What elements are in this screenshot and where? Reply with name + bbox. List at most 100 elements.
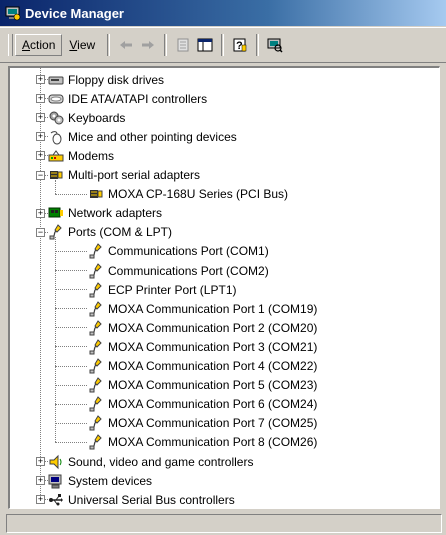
tree-category-9[interactable]: System devices [48, 471, 152, 490]
tree-category-8[interactable]: Sound, video and game controllers [48, 452, 253, 471]
tree-category-label: Universal Serial Bus controllers [68, 492, 235, 507]
tree-category-7[interactable]: Ports (COM & LPT) [48, 223, 172, 242]
view-menu-accel: V [69, 38, 78, 52]
tree-device-label: MOXA Communication Port 2 (COM20) [108, 320, 318, 335]
tree-connector [55, 422, 87, 424]
view-menu[interactable]: View [62, 34, 102, 56]
tree-category-4[interactable]: Modems [48, 146, 114, 165]
tree-connector [55, 289, 87, 291]
tree-category-6[interactable]: Network adapters [48, 204, 162, 223]
tree-category-label: Modems [68, 148, 115, 163]
usb-icon [49, 493, 63, 506]
toolbar-separator [256, 34, 260, 56]
tree-category-2[interactable]: Keyboards [48, 108, 125, 127]
help-button[interactable]: ? [229, 34, 251, 56]
toolbar-separator [221, 34, 225, 56]
device-tree[interactable]: Floppy disk drives + IDE ATA/ATAPI control… [10, 68, 439, 508]
tree-connector [45, 231, 48, 233]
device-manager-app-icon [5, 6, 21, 21]
expand-toggle[interactable]: + [36, 151, 45, 161]
device-tree-pane[interactable]: Floppy disk drives + IDE ATA/ATAPI control… [8, 66, 440, 509]
tree-connector [55, 193, 87, 195]
tree-device-label: MOXA Communication Port 3 (COM21) [108, 339, 318, 354]
port-icon [89, 358, 102, 374]
expand-toggle[interactable]: + [36, 208, 45, 218]
tree-device-item[interactable]: MOXA CP-168U Series (PCI Bus) [88, 185, 288, 204]
action-menu-label: ction [30, 38, 56, 52]
tree-device-item[interactable]: MOXA Communication Port 6 (COM24) [88, 395, 317, 414]
expand-toggle[interactable]: + [36, 132, 45, 142]
tree-connector [55, 327, 87, 329]
expand-toggle[interactable]: + [36, 476, 45, 486]
port-icon [49, 224, 62, 240]
tree-connector [55, 236, 56, 442]
serial-adapter-icon [50, 171, 63, 179]
port-icon [89, 300, 102, 317]
tree-device-item[interactable]: MOXA Communication Port 8 (COM26) [88, 433, 317, 452]
tree-device-item[interactable]: MOXA Communication Port 2 (COM20) [88, 318, 317, 337]
back-button[interactable] [115, 34, 137, 56]
port-icon [89, 262, 102, 278]
tree-device-item[interactable]: ECP Printer Port (LPT1) [88, 280, 236, 299]
tree-category-label: Ports (COM & LPT) [68, 225, 173, 240]
scan-hardware-button[interactable] [264, 34, 286, 56]
port-icon [89, 396, 102, 412]
port-icon [89, 415, 102, 431]
title-bar[interactable]: Device Manager [0, 0, 446, 26]
toolbar-separator [107, 34, 111, 56]
port-icon [89, 339, 102, 355]
serial-adapter-icon [90, 190, 103, 199]
tree-category-0[interactable]: Floppy disk drives [48, 70, 164, 89]
expand-toggle[interactable]: + [36, 495, 45, 505]
tree-category-10[interactable]: Universal Serial Bus controllers [48, 490, 235, 508]
tree-device-label: MOXA Communication Port 4 (COM22) [108, 359, 318, 373]
tree-category-label: Floppy disk drives [68, 72, 165, 87]
tree-device-item[interactable]: MOXA Communication Port 1 (COM19) [88, 299, 317, 318]
tree-device-item[interactable]: MOXA Communication Port 3 (COM21) [88, 337, 317, 356]
tree-connector [55, 365, 87, 367]
properties-button[interactable] [172, 34, 194, 56]
tree-connector [45, 98, 48, 100]
tree-device-item[interactable]: MOXA Communication Port 5 (COM23) [88, 376, 317, 395]
tree-device-label: MOXA Communication Port 1 (COM19) [108, 301, 318, 316]
toolbar-grip[interactable] [8, 34, 13, 56]
help-icon: ? [233, 38, 247, 52]
tree-device-label: MOXA Communication Port 6 (COM24) [108, 397, 318, 412]
tree-connector [55, 441, 87, 443]
port-icon [89, 377, 102, 393]
expand-toggle[interactable]: + [36, 457, 45, 466]
expand-toggle[interactable]: + [36, 113, 45, 123]
port-icon [89, 243, 102, 259]
expand-toggle[interactable]: + [36, 94, 45, 104]
tree-device-label: Communications Port (COM1) [108, 244, 269, 259]
tree-connector [55, 179, 56, 194]
tree-category-5[interactable]: Multi-port serial adapters [48, 166, 200, 185]
show-hide-tree-button[interactable] [194, 34, 216, 56]
mouse-icon [50, 130, 62, 145]
collapse-toggle[interactable]: − [36, 170, 45, 180]
collapse-toggle[interactable]: − [36, 227, 45, 237]
tree-device-item[interactable]: Communications Port (COM1) [88, 242, 269, 261]
view-menu-label: iew [77, 38, 96, 52]
modem-icon [48, 150, 64, 162]
tree-connector [45, 136, 48, 138]
tree-category-3[interactable]: Mice and other pointing devices [48, 127, 237, 146]
forward-button[interactable] [137, 34, 159, 56]
tree-device-item[interactable]: MOXA Communication Port 4 (COM22) [88, 357, 317, 376]
action-menu[interactable]: Action [15, 34, 63, 56]
tree-connector [45, 155, 48, 157]
network-adapter-icon [48, 207, 63, 218]
tree-device-label: ECP Printer Port (LPT1) [108, 282, 237, 297]
port-icon [89, 319, 102, 336]
tree-connector [55, 403, 87, 405]
tree-category-1[interactable]: IDE ATA/ATAPI controllers [48, 89, 207, 108]
tree-connector [55, 308, 87, 310]
action-menu-accel: A [22, 38, 31, 52]
expand-toggle[interactable]: + [36, 75, 45, 84]
tree-device-item[interactable]: MOXA Communication Port 7 (COM25) [88, 414, 317, 433]
tree-category-label: Multi-port serial adapters [68, 168, 201, 182]
tree-device-label: MOXA Communication Port 5 (COM23) [108, 378, 318, 393]
tree-connector [45, 499, 48, 501]
sound-icon [49, 454, 62, 469]
tree-device-item[interactable]: Communications Port (COM2) [88, 261, 269, 280]
